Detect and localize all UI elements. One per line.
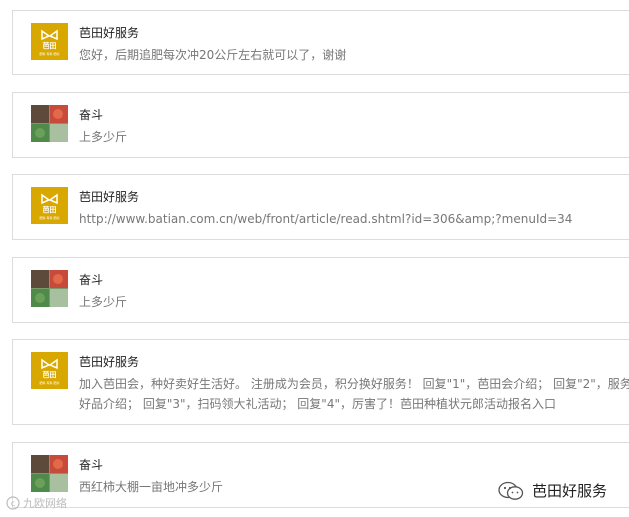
message-item[interactable]: 芭田 肥料 有料 肥好 芭田好服务 您好，后期追肥每次冲20公斤左右就可以了，谢… (12, 10, 629, 75)
message-link[interactable]: http://www.batian.com.cn/web/front/artic… (79, 209, 629, 229)
message-text: 上多少斤 (79, 295, 128, 309)
message-item[interactable]: 奋斗 上多少斤 (12, 257, 629, 323)
message-text: 您好，后期追肥每次冲20公斤左右就可以了，谢谢 (79, 48, 347, 62)
logo-brand-text: 芭田 (43, 370, 57, 379)
batian-avatar[interactable]: 芭田 肥料 有料 肥好 (31, 187, 68, 224)
message-item[interactable]: 奋斗 上多少斤 (12, 92, 629, 158)
batian-avatar[interactable]: 芭田 肥料 有料 肥好 (31, 23, 68, 60)
message-sender: 奋斗 (79, 458, 104, 472)
logo-brand-text: 芭田 (43, 205, 57, 214)
logo-tagline-text: 肥料 有料 肥好 (40, 215, 60, 220)
logo-tagline-text: 肥料 有料 肥好 (40, 380, 60, 385)
message-text: 上多少斤 (79, 130, 128, 144)
user-photo-avatar[interactable] (31, 105, 68, 142)
svg-text:c: c (11, 499, 15, 508)
logo-tagline-text: 肥料 有料 肥好 (40, 51, 60, 56)
user-photo-avatar[interactable] (31, 270, 68, 307)
message-sender: 奋斗 (79, 108, 104, 122)
message-sender: 芭田好服务 (79, 355, 140, 369)
watermark-left: c 九欧网络 (6, 495, 67, 511)
watermark-right: 芭田好服务 (498, 480, 607, 501)
message-item[interactable]: 芭田 肥料 有料 肥好 芭田好服务 加入芭田会，种好卖好生活好。 注册成为会员，… (12, 339, 629, 425)
wechat-icon (498, 481, 524, 500)
logo-brand-text: 芭田 (43, 41, 57, 50)
watermark-right-text: 芭田好服务 (532, 482, 608, 500)
user-photo-avatar[interactable] (31, 455, 68, 492)
message-text: 加入芭田会，种好卖好生活好。 注册成为会员，积分换好服务！ 回复"1"，芭田会介… (79, 377, 629, 411)
watermark-left-text: 九欧网络 (23, 497, 67, 510)
copyright-icon: c (6, 496, 20, 510)
message-sender: 奋斗 (79, 273, 104, 287)
message-sender: 芭田好服务 (79, 26, 140, 40)
message-sender: 芭田好服务 (79, 190, 140, 204)
message-item[interactable]: 芭田 肥料 有料 肥好 芭田好服务 http://www.batian.com.… (12, 174, 629, 240)
batian-avatar[interactable]: 芭田 肥料 有料 肥好 (31, 352, 68, 389)
